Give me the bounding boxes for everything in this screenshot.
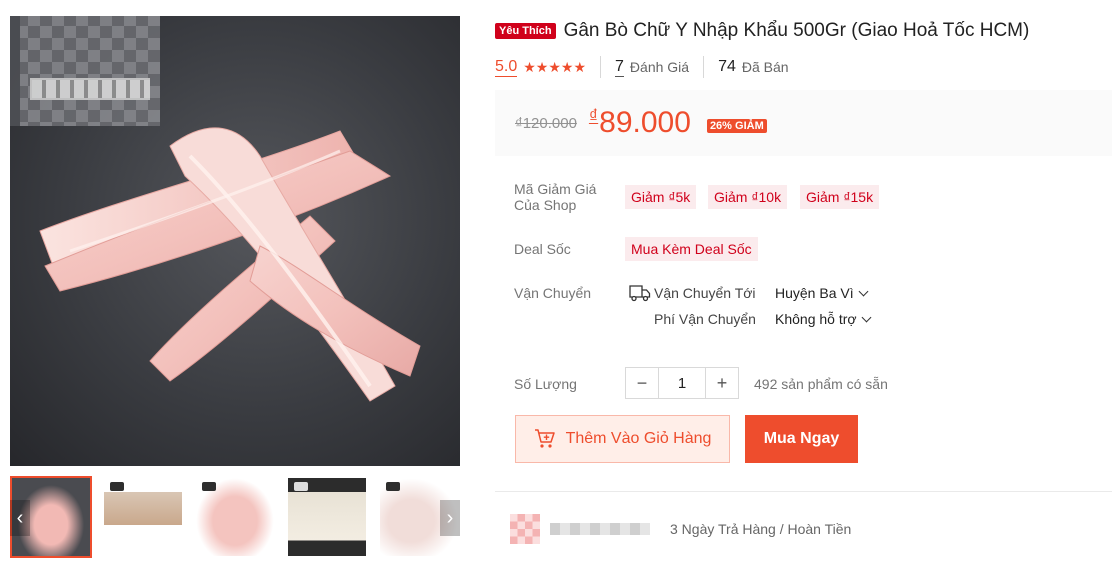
buy-now-button[interactable]: Mua Ngay <box>745 415 858 463</box>
voucher-label: Mã Giảm Giá Của Shop <box>514 181 597 213</box>
chevron-down-icon <box>858 286 869 297</box>
shipping-label: Vận Chuyển <box>514 285 592 301</box>
quantity-stepper: − + <box>625 367 739 399</box>
ship-to-dropdown[interactable]: Huyện Ba Vì <box>775 285 869 301</box>
ship-to-value: Huyện Ba Vì <box>775 285 854 301</box>
stock-available: 492 sản phẩm có sẵn <box>754 376 888 392</box>
shop-logo-watermark <box>10 16 160 126</box>
quantity-decrease-button[interactable]: − <box>626 368 658 398</box>
product-title: Gân Bò Chữ Y Nhập Khẩu 500Gr (Giao Hoả T… <box>563 20 1030 41</box>
voucher-chip-3[interactable]: Giảm ₫15k <box>800 185 880 209</box>
voucher-chip-1[interactable]: Giảm ₫5k <box>625 185 697 209</box>
add-to-cart-button[interactable]: Thêm Vào Giỏ Hàng <box>515 415 730 463</box>
shipping-fee-dropdown[interactable]: Không hỗ trợ <box>775 311 872 327</box>
deal-label: Deal Sốc <box>514 241 571 257</box>
deal-chip[interactable]: Mua Kèm Deal Sốc <box>625 237 758 261</box>
shipping-fee-value: Không hỗ trợ <box>775 311 857 327</box>
currency-symbol: ₫ <box>588 106 599 126</box>
voucher-chip-2[interactable]: Giảm ₫10k <box>708 185 788 209</box>
review-count[interactable]: 7 <box>615 58 624 77</box>
product-stats: 5.0 ★★★★★ 7 Đánh Giá 74 Đã Bán <box>495 56 789 78</box>
thumbnail-next-button[interactable]: › <box>440 500 460 536</box>
thumbnail-2[interactable] <box>102 476 184 558</box>
section-divider <box>495 491 1112 492</box>
product-title-row: Yêu Thích Gân Bò Chữ Y Nhập Khẩu 500Gr (… <box>495 20 1095 42</box>
product-main-image[interactable] <box>10 16 460 466</box>
rating-value[interactable]: 5.0 <box>495 58 518 77</box>
quantity-increase-button[interactable]: + <box>706 368 738 398</box>
thumbnail-prev-button[interactable]: ‹ <box>10 500 30 536</box>
chevron-left-icon: ‹ <box>16 507 24 529</box>
quantity-label: Số Lượng <box>514 376 577 392</box>
favorite-badge: Yêu Thích <box>495 23 556 39</box>
divider <box>600 56 602 78</box>
sold-label: Đã Bán <box>741 59 789 75</box>
ship-to-label: Vận Chuyển Tới <box>654 285 756 301</box>
sold-count: 74 <box>718 58 736 75</box>
thumbnail-4[interactable] <box>286 476 368 558</box>
return-policy-text[interactable]: 3 Ngày Trả Hàng / Hoàn Tiền <box>670 521 851 537</box>
price-section: ₫120.000 ₫ 89.000 26% GIẢM <box>495 90 1112 156</box>
thumbnail-strip: ‹ › <box>10 476 460 558</box>
rating-stars-icon: ★★★★★ <box>523 58 587 75</box>
add-to-cart-label: Thêm Vào Giỏ Hàng <box>565 430 712 447</box>
buy-now-label: Mua Ngay <box>763 430 840 447</box>
chevron-down-icon <box>861 312 872 323</box>
discount-badge: 26% GIẢM <box>706 119 767 133</box>
thumbnail-3[interactable] <box>194 476 276 558</box>
current-price-value: 89.000 <box>599 106 691 139</box>
current-price: ₫ 89.000 <box>589 106 691 140</box>
chevron-right-icon: › <box>446 507 454 529</box>
quantity-input[interactable] <box>658 368 706 398</box>
guarantee-logo <box>510 514 650 544</box>
original-price: ₫120.000 <box>515 114 577 132</box>
cart-plus-icon <box>534 429 555 448</box>
truck-icon <box>629 285 651 302</box>
divider <box>703 56 705 78</box>
review-label: Đánh Giá <box>629 59 690 75</box>
shipping-fee-label: Phí Vận Chuyển <box>654 311 756 327</box>
